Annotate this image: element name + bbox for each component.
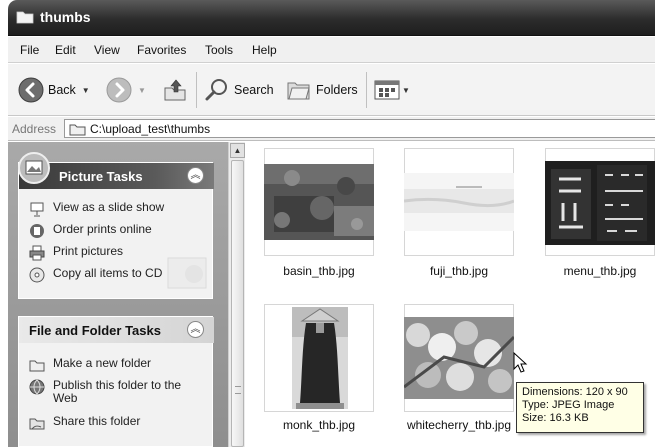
task-label: Order prints online	[53, 222, 152, 236]
tooltip-size: Size: 16.3 KB	[522, 412, 589, 424]
thumbnail-frame[interactable]	[404, 304, 514, 412]
toolbar-separator	[366, 72, 367, 108]
share-folder-icon	[29, 418, 45, 430]
forward-dropdown-icon[interactable]: ▼	[138, 86, 146, 95]
tooltip-dimensions: Dimensions: 120 x 90	[522, 386, 628, 398]
address-label: Address	[12, 122, 57, 136]
file-name: menu_thb.jpg	[563, 264, 637, 278]
title-bar[interactable]: thumbs	[8, 0, 655, 36]
collapse-icon[interactable]: ︽	[187, 321, 204, 338]
thumbnail-frame[interactable]	[404, 148, 514, 256]
toolbar: Back ▼ ▼ Search Folders ▼	[8, 64, 655, 116]
menu-help[interactable]: Help	[252, 43, 277, 57]
task-label: Publish this folder to the Web	[53, 378, 182, 405]
menu-tools[interactable]: Tools	[205, 43, 233, 57]
thumbnail-frame[interactable]	[264, 304, 374, 412]
back-dropdown-icon[interactable]: ▼	[82, 86, 90, 95]
picture-tasks-panel: Picture Tasks ︽ View as a slide show Ord…	[18, 152, 214, 299]
search-button[interactable]: Search	[204, 74, 274, 106]
file-folder-tasks-title: File and Folder Tasks	[29, 323, 161, 338]
thumbnail-frame[interactable]	[264, 148, 374, 256]
task-label: View as a slide show	[53, 200, 165, 214]
menu-favorites[interactable]: Favorites	[137, 43, 186, 57]
task-pane: Picture Tasks ︽ View as a slide show Ord…	[8, 142, 228, 447]
file-folder-tasks-panel: File and Folder Tasks ︽ Make a new folde…	[18, 316, 214, 447]
new-folder-icon	[29, 360, 45, 372]
thumbnail-image-fuji	[404, 173, 514, 231]
search-label: Search	[234, 83, 274, 97]
cd-icon	[29, 267, 45, 283]
scroll-thumb[interactable]	[231, 160, 244, 447]
file-folder-tasks-header[interactable]: File and Folder Tasks ︽	[19, 317, 214, 343]
address-bar: Address C:\upload_test\thumbs	[8, 117, 655, 141]
tooltip-type: Type: JPEG Image	[522, 399, 615, 411]
menu-edit[interactable]: Edit	[55, 43, 76, 57]
watermark-picture-icon	[167, 257, 207, 289]
slideshow-icon	[30, 202, 44, 217]
menu-file[interactable]: File	[20, 43, 39, 57]
views-icon	[374, 80, 400, 100]
task-share-folder[interactable]: Share this folder	[29, 415, 193, 431]
task-view-slideshow[interactable]: View as a slide show	[29, 201, 193, 217]
folders-icon	[287, 82, 310, 100]
back-label: Back	[48, 83, 76, 97]
thumbnail-image-whitecherry	[404, 317, 514, 399]
file-name: fuji_thb.jpg	[429, 264, 489, 278]
collapse-icon[interactable]: ︽	[187, 167, 204, 184]
task-label: Make a new folder	[53, 356, 152, 370]
toolbar-separator	[196, 72, 197, 108]
folders-label: Folders	[316, 83, 358, 97]
scroll-up-icon[interactable]: ▲	[230, 143, 245, 158]
up-folder-icon	[164, 79, 186, 101]
task-new-folder[interactable]: Make a new folder	[29, 357, 193, 373]
file-name: monk_thb.jpg	[282, 418, 356, 432]
globe-icon	[29, 379, 45, 395]
folder-icon	[69, 124, 86, 136]
order-prints-icon	[30, 224, 44, 238]
views-dropdown-icon[interactable]: ▼	[402, 86, 410, 95]
folders-button[interactable]: Folders	[286, 74, 358, 106]
address-field[interactable]: C:\upload_test\thumbs	[64, 119, 655, 138]
thumbnail-image-basin	[264, 164, 374, 240]
file-name: basin_thb.jpg	[283, 264, 355, 278]
back-icon	[18, 77, 44, 103]
thumbnail-frame[interactable]	[545, 148, 655, 256]
file-info-tooltip: Dimensions: 120 x 90 Type: JPEG Image Si…	[516, 382, 644, 433]
forward-icon	[106, 77, 132, 103]
folder-icon	[16, 11, 34, 24]
picture-tasks-icon	[18, 152, 50, 184]
task-label: Share this folder	[53, 414, 141, 428]
forward-button[interactable]: ▼	[106, 74, 146, 106]
vertical-scrollbar[interactable]: ▲	[228, 142, 245, 447]
window-title: thumbs	[40, 9, 91, 25]
explorer-window: thumbs File Edit View Favorites Tools He…	[0, 0, 655, 447]
address-path: C:\upload_test\thumbs	[90, 122, 211, 136]
printer-icon	[29, 245, 45, 261]
back-button[interactable]: Back ▼	[18, 74, 90, 106]
cursor-icon	[513, 352, 528, 373]
views-button[interactable]: ▼	[374, 74, 410, 106]
task-publish-folder[interactable]: Publish this folder to the Web	[29, 379, 193, 405]
menu-view[interactable]: View	[94, 43, 120, 57]
file-name: whitecherry_thb.jpg	[406, 418, 512, 432]
thumbnail-image-menu	[545, 161, 655, 245]
search-icon	[205, 79, 227, 101]
up-button[interactable]	[162, 74, 188, 106]
thumbnail-image-monk	[292, 307, 348, 409]
menu-bar: File Edit View Favorites Tools Help	[8, 37, 655, 63]
task-order-prints[interactable]: Order prints online	[29, 223, 193, 239]
grip-icon	[235, 386, 241, 394]
picture-tasks-title: Picture Tasks	[59, 169, 143, 184]
